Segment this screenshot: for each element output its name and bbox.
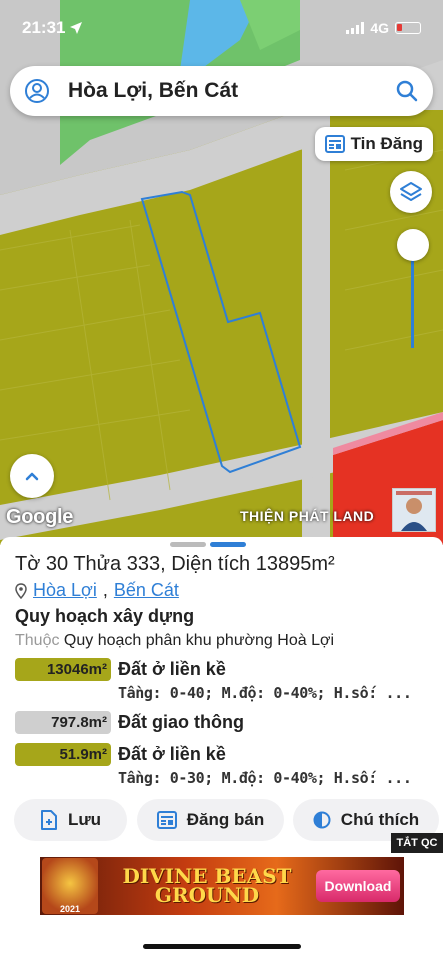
person-photo-icon — [393, 489, 435, 531]
ad-logo-text: 2021 — [59, 904, 81, 914]
action-bar: Lưu Đăng bán Chú thích — [0, 799, 443, 843]
chevron-up-icon — [25, 472, 39, 481]
home-indicator[interactable] — [143, 944, 301, 949]
newspaper-icon — [324, 135, 345, 153]
ad-game-logo: 2021 — [42, 858, 98, 914]
search-bar[interactable]: Hòa Lợi, Bến Cát — [10, 66, 433, 116]
ad-download-button[interactable]: Download — [316, 870, 400, 902]
planning-belongs: Thuộc Quy hoạch phân khu phường Hoà Lợi — [15, 632, 334, 650]
parcel-location: Hòa Lợi, Bến Cát — [15, 580, 179, 601]
belongs-value: Quy hoạch phân khu phường Hoà Lợi — [63, 632, 335, 649]
save-label: Lưu — [67, 810, 102, 829]
save-button[interactable]: Lưu — [14, 799, 127, 841]
post-sale-label: Đăng bán — [186, 810, 265, 829]
contrast-icon — [313, 811, 331, 829]
search-location-title[interactable]: Hòa Lợi, Bến Cát — [68, 79, 395, 103]
status-bar: 21:31 4G — [0, 0, 443, 56]
zone-area-badge: 13046m² — [15, 658, 111, 681]
close-ads-button[interactable]: TẮT QC — [391, 833, 443, 853]
network-label: 4G — [370, 20, 389, 36]
add-document-icon — [40, 810, 57, 830]
ad-title-line2: GROUND — [154, 883, 260, 907]
zone-info: Tầng: 0-30; M.độ: 0-40%; H.số: ... — [118, 769, 412, 787]
sheet-handle[interactable] — [170, 542, 246, 547]
clock-text: 21:31 — [22, 18, 66, 37]
parcel-info-sheet: Tờ 30 Thửa 333, Diện tích 13895m² Hòa Lợ… — [0, 537, 443, 959]
parcel-title: Tờ 30 Thửa 333, Diện tích 13895m² — [15, 553, 335, 575]
agent-avatar — [392, 488, 436, 532]
zone-name: Đất ở liền kề — [118, 659, 226, 679]
location-arrow-icon — [70, 22, 83, 34]
ad-banner[interactable]: 2021 DIVINE BEAST GROUND Download — [40, 857, 404, 915]
signal-icon — [346, 22, 365, 34]
belongs-label: Thuộc — [15, 632, 60, 649]
legend-label: Chú thích — [340, 810, 420, 829]
watermark-text: THIỆN PHÁT LAND — [240, 508, 375, 524]
zone-name: Đất ở liền kề — [118, 744, 226, 764]
post-sale-button[interactable]: Đăng bán — [137, 799, 284, 841]
district-link[interactable]: Bến Cát — [114, 580, 179, 601]
zone-info: Tầng: 0-40; M.độ: 0-40%; H.số: ... — [118, 684, 412, 702]
listings-label: Tin Đăng — [350, 134, 423, 153]
zone-area-badge: 797.8m² — [15, 711, 111, 734]
expand-up-button[interactable] — [10, 454, 54, 498]
ward-link[interactable]: Hòa Lợi — [33, 580, 97, 601]
zone-name: Đất giao thông — [118, 712, 244, 732]
status-right: 4G — [346, 20, 421, 36]
location-separator: , — [102, 580, 108, 600]
ad-title: DIVINE BEAST GROUND — [98, 866, 316, 907]
battery-icon — [395, 22, 421, 34]
opacity-slider-knob[interactable] — [397, 229, 429, 261]
newspaper-icon — [156, 811, 177, 829]
listings-button[interactable]: Tin Đăng — [314, 127, 433, 161]
search-icon[interactable] — [395, 79, 419, 103]
planning-heading: Quy hoạch xây dựng — [15, 606, 195, 626]
map-pin-icon — [15, 582, 27, 599]
google-attribution: Google — [6, 506, 74, 528]
layers-button[interactable] — [390, 171, 432, 213]
status-time: 21:31 — [22, 18, 83, 38]
user-icon[interactable] — [24, 78, 50, 104]
layers-icon — [400, 182, 422, 201]
zone-area-badge: 51.9m² — [15, 743, 111, 766]
